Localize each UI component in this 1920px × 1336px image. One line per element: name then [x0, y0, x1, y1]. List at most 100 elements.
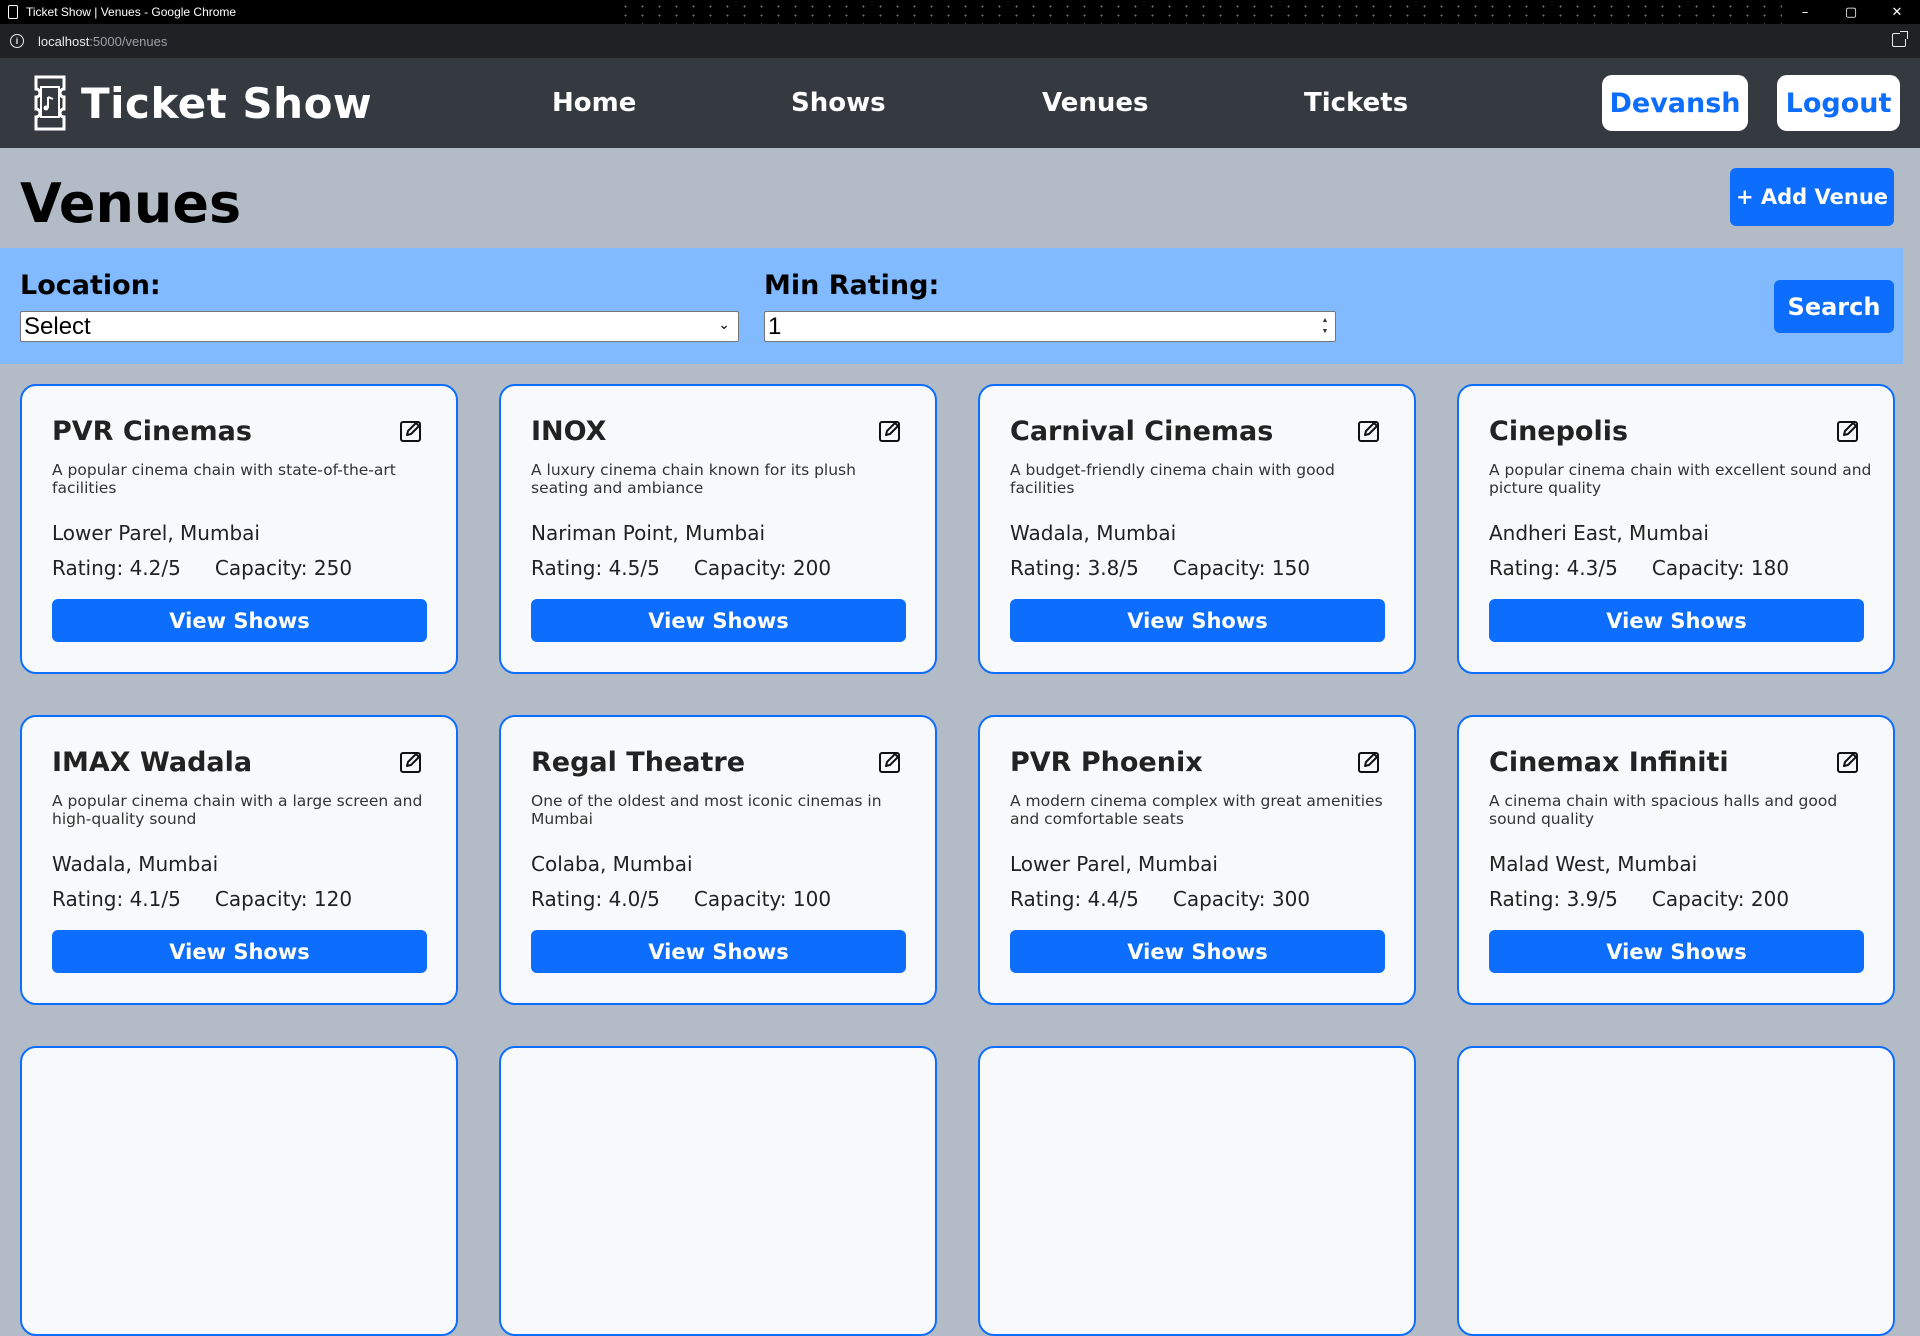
venue-card: PVR Cinemas A popular cinema chain with s… — [20, 384, 458, 674]
add-venue-button[interactable]: + Add Venue — [1730, 168, 1894, 226]
venue-rating: Rating: 4.0/5 — [531, 887, 660, 911]
venue-card: PVR Phoenix A modern cinema complex with … — [978, 715, 1416, 1005]
venue-capacity: Capacity: 300 — [1172, 887, 1311, 911]
venue-card: Carnival Cinemas A budget-friendly cinema… — [978, 384, 1416, 674]
venue-stats: Rating: 4.0/5 Capacity: 100 — [531, 887, 831, 911]
venue-rating: Rating: 4.2/5 — [52, 556, 181, 580]
venue-location: Colaba, Mumbai — [531, 852, 693, 876]
venue-description: A popular cinema chain with a large scre… — [52, 792, 423, 828]
view-shows-button[interactable]: View Shows — [1489, 599, 1864, 642]
location-label: Location: — [20, 270, 161, 301]
edit-icon[interactable] — [399, 750, 423, 774]
min-rating-value: 1 — [768, 312, 782, 340]
venue-capacity: Capacity: 200 — [693, 556, 832, 580]
venue-rating: Rating: 4.4/5 — [1010, 887, 1139, 911]
venue-stats: Rating: 4.3/5 Capacity: 180 — [1489, 556, 1789, 580]
venue-location: Nariman Point, Mumbai — [531, 521, 766, 545]
edit-icon[interactable] — [1836, 419, 1860, 443]
nav-tickets[interactable]: Tickets — [1304, 58, 1408, 148]
venue-card — [978, 1046, 1416, 1336]
edit-icon[interactable] — [878, 419, 902, 443]
search-button[interactable]: Search — [1774, 280, 1894, 333]
logout-button[interactable]: Logout — [1777, 75, 1900, 131]
venue-card — [20, 1046, 458, 1336]
view-shows-button[interactable]: View Shows — [531, 599, 906, 642]
close-icon[interactable]: ✕ — [1874, 0, 1920, 24]
view-shows-button[interactable]: View Shows — [531, 930, 906, 973]
venue-card — [499, 1046, 937, 1336]
view-shows-button[interactable]: View Shows — [52, 599, 427, 642]
venue-capacity: Capacity: 120 — [214, 887, 353, 911]
venue-name: Carnival Cinemas — [1010, 416, 1274, 447]
number-spinner-icon[interactable]: ▲ ▼ — [1319, 315, 1331, 338]
venue-name: Cinepolis — [1489, 416, 1629, 447]
venue-stats: Rating: 3.9/5 Capacity: 200 — [1489, 887, 1789, 911]
view-shows-button[interactable]: View Shows — [52, 930, 427, 973]
brand-name[interactable]: Ticket Show — [81, 79, 372, 128]
min-rating-label: Min Rating: — [764, 270, 940, 301]
edit-icon[interactable] — [878, 750, 902, 774]
venue-rating: Rating: 4.1/5 — [52, 887, 181, 911]
venue-description: One of the oldest and most iconic cinema… — [531, 792, 882, 828]
edit-icon[interactable] — [1836, 750, 1860, 774]
venue-description: A luxury cinema chain known for its plus… — [531, 461, 856, 497]
window-controls: – ▢ ✕ — [1782, 0, 1920, 24]
venue-name: IMAX Wadala — [52, 747, 253, 778]
nav-shows[interactable]: Shows — [791, 58, 886, 148]
info-icon[interactable]: i — [10, 34, 24, 48]
open-in-new-window-icon[interactable] — [1892, 31, 1908, 47]
location-select-value: Select — [24, 312, 91, 340]
venue-location: Wadala, Mumbai — [1010, 521, 1177, 545]
venue-rating: Rating: 4.3/5 — [1489, 556, 1618, 580]
venue-name: Regal Theatre — [531, 747, 746, 778]
view-shows-button[interactable]: View Shows — [1010, 599, 1385, 642]
url-host[interactable]: localhost — [38, 34, 89, 49]
address-bar[interactable]: i localhost:5000/venues — [0, 24, 1920, 58]
page-title: Venues — [20, 172, 242, 235]
nav-home[interactable]: Home — [552, 58, 636, 148]
venue-stats: Rating: 4.5/5 Capacity: 200 — [531, 556, 831, 580]
venue-name: PVR Cinemas — [52, 416, 252, 447]
url-path[interactable]: :5000/venues — [89, 34, 167, 49]
venue-location: Wadala, Mumbai — [52, 852, 219, 876]
nav-venues[interactable]: Venues — [1042, 58, 1148, 148]
venue-capacity: Capacity: 100 — [693, 887, 832, 911]
edit-icon[interactable] — [399, 419, 423, 443]
venue-capacity: Capacity: 150 — [1172, 556, 1311, 580]
edit-icon[interactable] — [1357, 419, 1381, 443]
page-scrollbar[interactable] — [1903, 173, 1920, 1050]
navbar: Ticket Show Home Shows Venues Tickets De… — [0, 58, 1920, 148]
venue-stats: Rating: 4.2/5 Capacity: 250 — [52, 556, 352, 580]
venue-description: A popular cinema chain with state-of-the… — [52, 461, 396, 497]
venue-card: Cinemax Infiniti A cinema chain with spac… — [1457, 715, 1895, 1005]
venue-capacity: Capacity: 250 — [214, 556, 353, 580]
page-header: Venues + Add Venue — [0, 148, 1920, 248]
venue-description: A budget-friendly cinema chain with good… — [1010, 461, 1335, 497]
venue-description: A modern cinema complex with great ameni… — [1010, 792, 1383, 828]
venue-rating: Rating: 4.5/5 — [531, 556, 660, 580]
user-button[interactable]: Devansh — [1602, 75, 1748, 131]
venue-location: Malad West, Mumbai — [1489, 852, 1698, 876]
window-title: Ticket Show | Venues - Google Chrome — [26, 5, 237, 19]
brand[interactable]: Ticket Show — [33, 75, 372, 131]
venue-card: IMAX Wadala A popular cinema chain with a… — [20, 715, 458, 1005]
venue-location: Andheri East, Mumbai — [1489, 521, 1709, 545]
venue-stats: Rating: 3.8/5 Capacity: 150 — [1010, 556, 1310, 580]
min-rating-input[interactable]: 1 ▲ ▼ — [764, 311, 1336, 342]
view-shows-button[interactable]: View Shows — [1010, 930, 1385, 973]
venue-card: INOX A luxury cinema chain known for its … — [499, 384, 937, 674]
venue-card: Cinepolis A popular cinema chain with exc… — [1457, 384, 1895, 674]
chevron-down-icon: ⌄ — [718, 316, 730, 332]
venue-rating: Rating: 3.9/5 — [1489, 887, 1618, 911]
minimize-icon[interactable]: – — [1782, 0, 1828, 24]
view-shows-button[interactable]: View Shows — [1489, 930, 1864, 973]
location-select[interactable]: Select ⌄ — [20, 311, 739, 342]
ticket-icon — [33, 75, 67, 131]
venue-capacity: Capacity: 200 — [1651, 887, 1790, 911]
venue-description: A cinema chain with spacious halls and g… — [1489, 792, 1838, 828]
venue-card: Regal Theatre One of the oldest and most … — [499, 715, 937, 1005]
maximize-icon[interactable]: ▢ — [1828, 0, 1874, 24]
edit-icon[interactable] — [1357, 750, 1381, 774]
venue-capacity: Capacity: 180 — [1651, 556, 1790, 580]
venue-stats: Rating: 4.4/5 Capacity: 300 — [1010, 887, 1310, 911]
